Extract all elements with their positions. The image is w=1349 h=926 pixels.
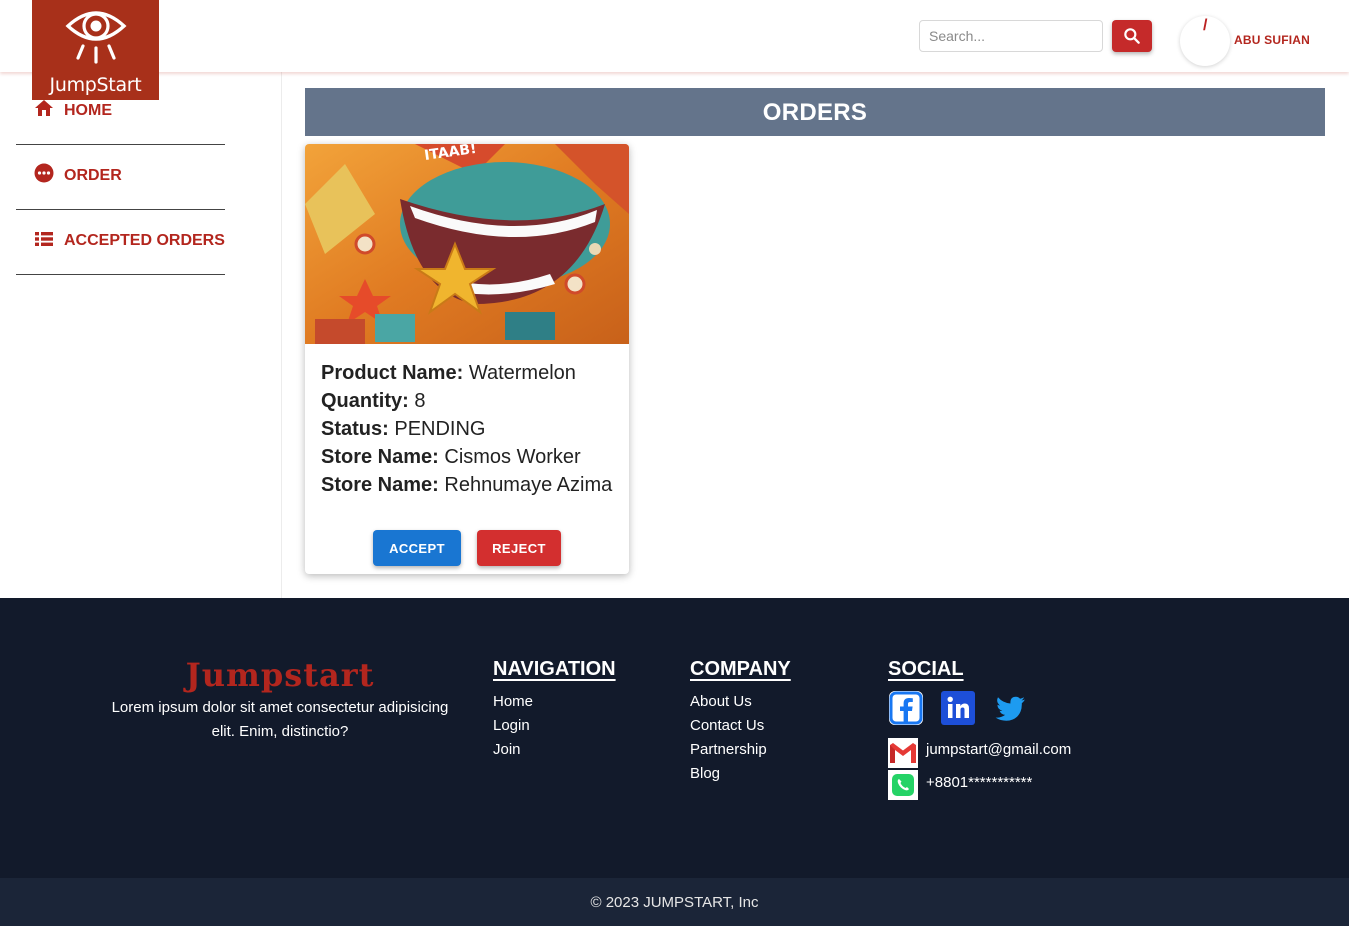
accept-button[interactable]: ACCEPT [373, 530, 461, 566]
footer-link-home[interactable]: Home [493, 693, 533, 710]
sidebar: HOME ORDER ACCEPTED ORDERS [0, 72, 282, 598]
logo[interactable]: JumpStart [32, 0, 159, 100]
quantity-row: Quantity: 8 [321, 390, 425, 413]
status-label: Status: [321, 418, 389, 440]
footer-phone[interactable]: +8801*********** [926, 774, 1032, 791]
linkedin-icon[interactable] [940, 690, 976, 726]
store-name-row: Store Name: Cismos Worker [321, 446, 581, 469]
product-name-row: Product Name: Watermelon [321, 362, 576, 385]
footer-company-title: COMPANY [690, 658, 791, 680]
avatar[interactable]: / [1180, 16, 1230, 66]
store-name-row: Store Name: Rehnumaye Azima [321, 474, 612, 497]
footer-link-contact-us[interactable]: Contact Us [690, 717, 764, 734]
sidebar-item-label: ACCEPTED ORDERS [64, 232, 225, 249]
quantity-label: Quantity: [321, 390, 409, 412]
gmail-icon [888, 738, 918, 768]
product-name-label: Product Name: [321, 362, 464, 384]
order-card: ITAAB! Product Name: Watermelon Quantity… [305, 144, 629, 574]
twitter-icon[interactable] [992, 690, 1028, 726]
footer: Jumpstart Lorem ipsum dolor sit amet con… [0, 598, 1349, 878]
product-name-value: Watermelon [468, 362, 576, 384]
reject-button[interactable]: REJECT [477, 530, 561, 566]
footer-link-blog[interactable]: Blog [690, 765, 720, 782]
store-name-value: Rehnumaye Azima [444, 474, 613, 496]
search-icon [1124, 28, 1140, 44]
store-name-value: Cismos Worker [444, 446, 581, 468]
status-row: Status: PENDING [321, 418, 485, 441]
status-value: PENDING [394, 418, 486, 440]
list-icon [35, 232, 53, 246]
footer-brand: Jumpstart [185, 656, 375, 694]
page: / ABU SUFIAN JumpStart HOME ORDER ACCEPT… [0, 0, 1349, 926]
home-icon [35, 100, 53, 116]
footer-description: Lorem ipsum dolor sit amet consectetur a… [111, 699, 449, 740]
avatar-image-fallback: / [1203, 17, 1208, 34]
footer-link-partnership[interactable]: Partnership [690, 741, 767, 758]
whatsapp-icon [888, 770, 918, 800]
sidebar-item-label: HOME [64, 102, 112, 119]
sidebar-item-label: ORDER [64, 167, 122, 184]
sidebar-item-accepted-orders[interactable]: ACCEPTED ORDERS [16, 210, 225, 275]
quantity-value: 8 [414, 390, 426, 412]
logo-text: JumpStart [49, 74, 142, 96]
page-title: ORDERS [305, 88, 1325, 136]
eye-logo-icon [65, 11, 127, 64]
footer-social-title: SOCIAL [888, 658, 964, 680]
search-button[interactable] [1112, 20, 1152, 52]
search-input[interactable] [919, 20, 1103, 52]
product-image: ITAAB! [305, 144, 629, 344]
store-name-label: Store Name: [321, 474, 439, 496]
more-icon [34, 163, 54, 183]
footer-navigation-title: NAVIGATION [493, 658, 616, 680]
facebook-icon[interactable] [888, 690, 924, 726]
footer-link-join[interactable]: Join [493, 741, 521, 758]
footer-link-login[interactable]: Login [493, 717, 530, 734]
copyright-bar: © 2023 JUMPSTART, Inc [0, 878, 1349, 926]
footer-link-about-us[interactable]: About Us [690, 693, 752, 710]
footer-email[interactable]: jumpstart@gmail.com [926, 741, 1071, 758]
store-name-label: Store Name: [321, 446, 439, 468]
top-header: / ABU SUFIAN [0, 0, 1349, 72]
sidebar-item-order[interactable]: ORDER [16, 145, 225, 210]
user-name[interactable]: ABU SUFIAN [1234, 33, 1310, 47]
